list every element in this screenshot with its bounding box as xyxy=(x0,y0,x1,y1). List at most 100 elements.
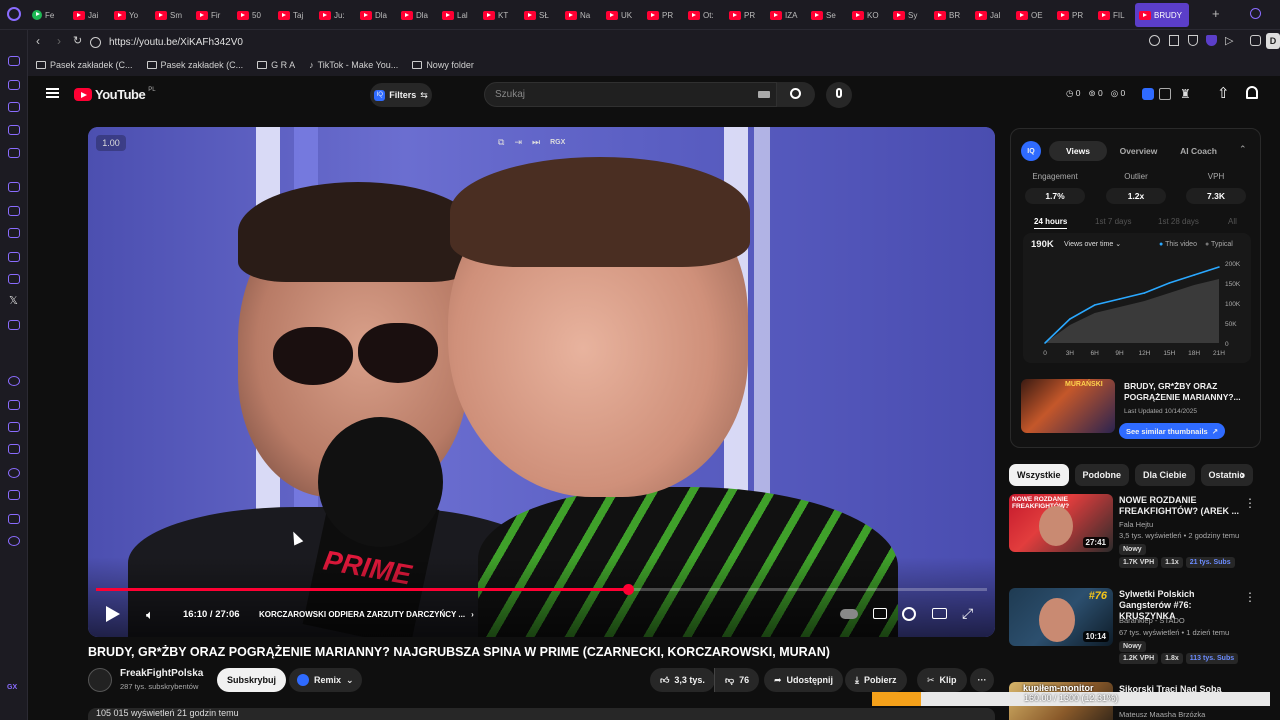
volume-icon[interactable]: 🔈︎ xyxy=(146,607,154,623)
chip[interactable]: Dla Ciebie xyxy=(1135,464,1195,486)
period-24h[interactable]: 24 hours xyxy=(1034,217,1068,229)
period-28d[interactable]: 1st 28 days xyxy=(1158,217,1199,226)
rail-icon-1[interactable] xyxy=(8,56,20,66)
video-player[interactable]: PRIME 1.00 ⧉ ⇥ ⏭ RGX 🔈︎ 16:10 / 27:06 KO… xyxy=(88,127,995,637)
tab-search-icon[interactable] xyxy=(1250,8,1261,19)
gx-icon[interactable]: GX xyxy=(7,684,17,691)
browser-tab[interactable]: Yo xyxy=(110,3,151,27)
counter-1[interactable]: ◷ 0 xyxy=(1066,88,1081,99)
popout-icon[interactable]: ⧉ xyxy=(498,137,504,148)
filters-button[interactable]: IQ Filters ⇆ xyxy=(370,83,432,107)
browser-tab[interactable]: UK xyxy=(602,3,643,27)
channel-name[interactable]: FreakFightPolska xyxy=(120,668,203,679)
rail-icon-shop[interactable] xyxy=(8,514,20,524)
browser-tab[interactable]: Sy xyxy=(889,3,930,27)
search-button[interactable] xyxy=(777,82,815,107)
bookmark-icon[interactable] xyxy=(1188,35,1198,46)
forward-icon[interactable]: › xyxy=(57,34,61,48)
chip[interactable]: Ostatnio xyxy=(1200,464,1254,486)
browser-tab[interactable]: KT xyxy=(479,3,520,27)
tab-overview[interactable]: Overview xyxy=(1111,141,1166,161)
rail-icon-5[interactable] xyxy=(8,148,20,158)
more-icon[interactable]: ⋮ xyxy=(1244,590,1256,604)
rail-icon-music[interactable] xyxy=(8,376,20,386)
bookmark-item[interactable]: Pasek zakładek (C... xyxy=(36,60,133,70)
description-box[interactable]: 105 015 wyświetleń 21 godzin temu xyxy=(88,708,995,720)
browser-tab[interactable]: Lal xyxy=(438,3,479,27)
side-video[interactable]: #76 10:14 Sylwetki Polskich Gangsterów #… xyxy=(1009,588,1274,668)
playback-speed-badge[interactable]: 1.00 xyxy=(96,135,126,151)
collapse-icon[interactable]: ⌃ xyxy=(1239,144,1247,155)
bookmark-item[interactable]: Pasek zakładek (C... xyxy=(146,60,243,70)
subscribe-button[interactable]: Subskrybuj xyxy=(217,668,287,692)
back-icon[interactable]: ‹ xyxy=(36,34,40,48)
fullscreen-icon[interactable]: ⤢ xyxy=(962,605,973,622)
side-video[interactable]: NOWE ROZDANIE FREAKFIGHTÓW? 27:41 NOWE R… xyxy=(1009,494,1274,574)
skip-icon[interactable]: ⏭ xyxy=(532,137,540,148)
side-video-channel[interactable]: Barankiep - STADO xyxy=(1119,616,1185,625)
browser-tab[interactable]: 50 xyxy=(233,3,274,27)
browser-tab[interactable]: Jal xyxy=(971,3,1012,27)
browser-tab[interactable]: Dla xyxy=(356,3,397,27)
vidiq-header-icon[interactable] xyxy=(1142,88,1154,100)
messenger-icon[interactable] xyxy=(8,228,20,238)
progress-bar[interactable] xyxy=(96,584,987,595)
rail-icon-2[interactable] xyxy=(8,80,20,90)
enter-icon[interactable]: ⇥ xyxy=(514,137,522,148)
address-bar[interactable]: https://youtu.be/XiKAFh342V0 xyxy=(90,32,1120,52)
current-video-thumbnail[interactable]: MURAŃSKI xyxy=(1021,379,1115,433)
grid-icon[interactable] xyxy=(1159,88,1171,100)
channel-avatar[interactable] xyxy=(88,668,112,692)
similar-thumbnails-button[interactable]: See similar thumbnails ↗ xyxy=(1119,423,1225,439)
browser-tab[interactable]: IZA xyxy=(766,3,807,27)
reload-icon[interactable]: ↻ xyxy=(73,34,82,47)
browser-tab[interactable]: Fir xyxy=(192,3,233,27)
browser-tab[interactable]: Na xyxy=(561,3,602,27)
more-icon[interactable]: ⋮ xyxy=(1244,496,1256,510)
settings-icon[interactable] xyxy=(8,536,20,546)
upload-icon[interactable]: ⇧ xyxy=(1217,84,1230,102)
autoplay-toggle[interactable] xyxy=(840,609,858,619)
more-actions-button[interactable]: ··· xyxy=(970,668,994,692)
snapshot-icon[interactable] xyxy=(1169,35,1179,46)
browser-tab[interactable]: BR xyxy=(930,3,971,27)
player-icon[interactable]: ▷ xyxy=(1225,34,1233,47)
rail-icon-play[interactable] xyxy=(8,400,20,410)
twitch-icon[interactable] xyxy=(8,206,20,216)
browser-tab[interactable]: Ju: xyxy=(315,3,356,27)
rail-icon-3[interactable] xyxy=(8,102,20,112)
rail-icon-4[interactable] xyxy=(8,125,20,135)
share-button[interactable]: ➦ Udostępnij xyxy=(764,668,844,692)
menu-icon[interactable] xyxy=(46,88,59,98)
settings-gear-icon[interactable] xyxy=(902,607,916,621)
browser-tab[interactable]: PR xyxy=(643,3,684,27)
browser-tab[interactable]: Dla xyxy=(397,3,438,27)
scrubber-handle[interactable] xyxy=(622,584,634,595)
counter-3[interactable]: ◎ 0 xyxy=(1111,88,1126,99)
browser-tab[interactable]: SŁ xyxy=(520,3,561,27)
browser-tab[interactable]: Fe xyxy=(28,3,69,27)
trophy-icon[interactable]: ♜ xyxy=(1180,87,1191,101)
rail-icon-extension[interactable] xyxy=(8,490,20,500)
history-icon[interactable] xyxy=(8,468,20,478)
chips-next-icon[interactable]: › xyxy=(1240,466,1245,482)
opera-logo-icon[interactable] xyxy=(7,7,21,21)
profile-avatar[interactable]: D xyxy=(1266,33,1280,49)
side-video-channel[interactable]: Mateusz Maasha Brzózka xyxy=(1119,710,1205,719)
search-input[interactable]: Szukaj xyxy=(484,82,777,107)
like-button[interactable]: 👍︎ 3,3 tys. xyxy=(650,668,715,692)
remix-button[interactable]: Remix ⌄ xyxy=(289,668,362,692)
notifications-icon[interactable] xyxy=(1246,86,1258,99)
subtitles-icon[interactable] xyxy=(873,608,887,619)
browser-tab-active[interactable]: BRUDY xyxy=(1135,3,1189,27)
new-tab-icon[interactable]: + xyxy=(1212,6,1220,21)
rail-icon-list[interactable] xyxy=(8,444,20,454)
side-video-channel[interactable]: Fala Hejtu xyxy=(1119,520,1153,529)
bookmark-item[interactable]: G R A xyxy=(257,60,295,70)
side-video-thumbnail[interactable]: #76 10:14 xyxy=(1009,588,1113,646)
keyboard-icon[interactable] xyxy=(758,91,770,98)
vpn-shield-icon[interactable] xyxy=(1206,35,1217,46)
miniplayer-icon[interactable] xyxy=(932,608,947,619)
browser-tab[interactable]: FIL xyxy=(1094,3,1135,27)
voice-search-button[interactable] xyxy=(826,82,852,108)
